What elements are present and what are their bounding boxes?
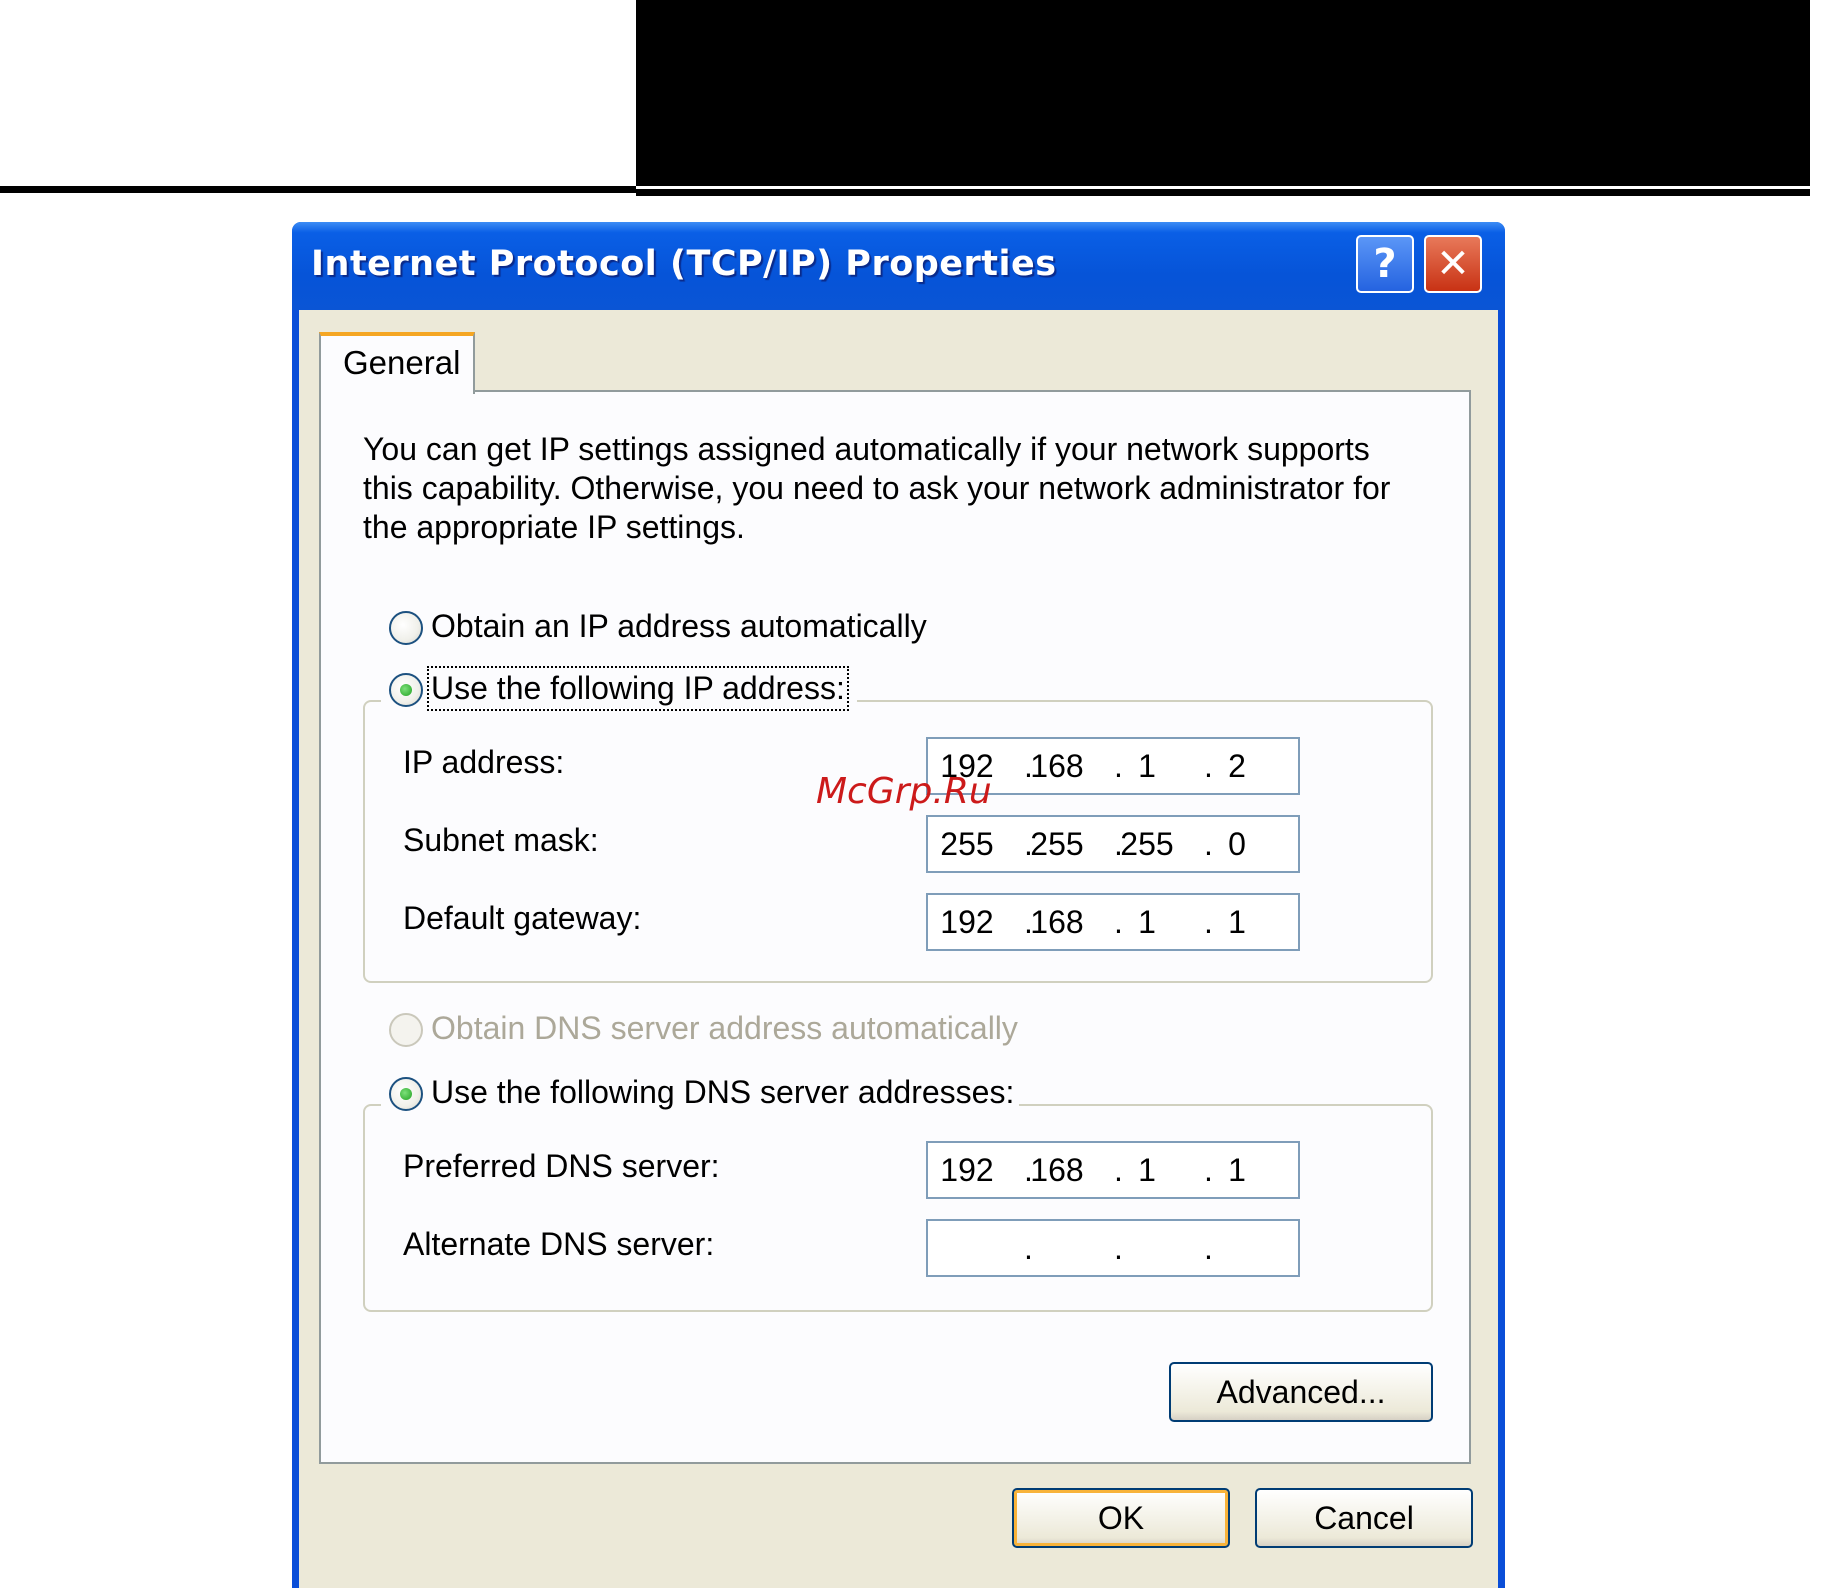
preferred-dns-label: Preferred DNS server: (403, 1148, 720, 1184)
radio-use-following-dns[interactable] (389, 1077, 423, 1111)
alternate-dns-field[interactable]: . . . (926, 1219, 1300, 1277)
watermark-text: McGrp.Ru (816, 771, 992, 812)
preferred-dns-field[interactable]: 192 . 168 . 1 . 1 (926, 1141, 1300, 1199)
close-icon: ✕ (1436, 241, 1470, 287)
advanced-button[interactable]: Advanced... (1169, 1362, 1433, 1422)
label-obtain-dns-auto[interactable]: Obtain DNS server address automatically (431, 1010, 1018, 1047)
page-header-block (636, 0, 1810, 196)
subnet-mask-label: Subnet mask: (403, 822, 599, 858)
default-gateway-label: Default gateway: (403, 900, 642, 936)
dns-server-group (363, 1104, 1433, 1312)
tcpip-properties-dialog: Internet Protocol (TCP/IP) Properties ? … (292, 222, 1505, 1588)
general-tab-panel: You can get IP settings assigned automat… (319, 390, 1471, 1464)
dialog-title: Internet Protocol (TCP/IP) Properties (311, 244, 1057, 284)
radio-obtain-dns-auto[interactable] (389, 1013, 423, 1047)
cancel-button[interactable]: Cancel (1255, 1488, 1473, 1548)
help-icon: ? (1373, 241, 1397, 287)
ip-address-label: IP address: (403, 744, 565, 780)
tab-general[interactable]: General (319, 332, 475, 394)
label-use-following-dns[interactable]: Use the following DNS server addresses: (431, 1074, 1014, 1111)
label-obtain-ip-auto[interactable]: Obtain an IP address automatically (431, 608, 927, 645)
default-gateway-field[interactable]: 192 . 168 . 1 . 1 (926, 893, 1300, 951)
help-button[interactable]: ? (1356, 235, 1414, 293)
page-header-line (0, 186, 660, 193)
label-use-following-ip[interactable]: Use the following IP address: (427, 666, 849, 711)
subnet-mask-field[interactable]: 255 . 255 . 255 . 0 (926, 815, 1300, 873)
close-button[interactable]: ✕ (1424, 235, 1482, 293)
alternate-dns-label: Alternate DNS server: (403, 1226, 715, 1262)
title-bar[interactable]: Internet Protocol (TCP/IP) Properties ? … (292, 222, 1505, 310)
dialog-client-area: General You can get IP settings assigned… (299, 310, 1498, 1588)
ok-button[interactable]: OK (1012, 1488, 1230, 1548)
intro-text: You can get IP settings assigned automat… (363, 431, 1391, 545)
page-header-rule (636, 186, 1810, 189)
radio-use-following-ip[interactable] (389, 673, 423, 707)
radio-obtain-ip-auto[interactable] (389, 611, 423, 645)
